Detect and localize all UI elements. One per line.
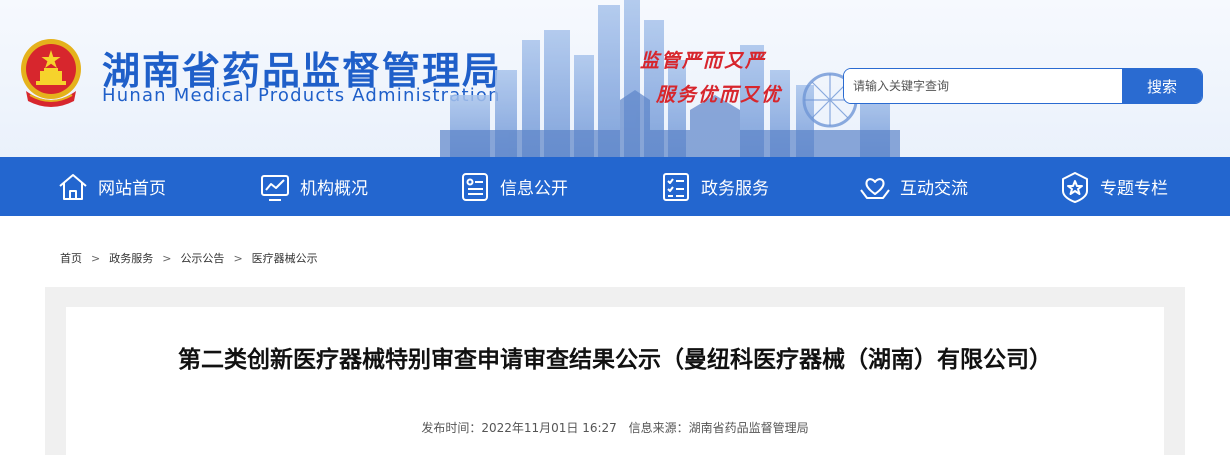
- article-title: 第二类创新医疗器械特别审查申请审查结果公示（曼纽科医疗器械（湖南）有限公司）: [178, 347, 1052, 373]
- nav-item-label: 信息公开: [500, 179, 568, 199]
- article-meta: 发布时间：2022年11月01日 16:27 信息来源：湖南省药品监督管理局: [0, 419, 1230, 436]
- checklist-icon: [663, 172, 689, 201]
- nav-item-label: 网站首页: [98, 179, 166, 199]
- city-skyline-illustration: [440, 0, 900, 157]
- document-icon: [462, 172, 488, 201]
- breadcrumb-separator: >: [162, 252, 172, 265]
- national-emblem-icon: [21, 39, 81, 107]
- breadcrumb-services[interactable]: 政务服务: [109, 252, 153, 265]
- nav-item-label: 政务服务: [701, 179, 769, 199]
- nav-item-home[interactable]: 网站首页: [56, 157, 166, 216]
- nav-item-services[interactable]: 政务服务: [659, 157, 769, 216]
- breadcrumb: 首页 > 政务服务 > 公示公告 > 医疗器械公示: [60, 250, 318, 266]
- main-nav: 网站首页 机构概况 信息公开 政务服务 互动交流 专题专栏: [0, 157, 1230, 216]
- nav-item-label: 机构概况: [300, 179, 368, 199]
- nav-item-label: 互动交流: [900, 179, 968, 199]
- search-button[interactable]: 搜索: [1122, 69, 1202, 103]
- site-header: 湖南省药品监督管理局 Hunan Medical Products Admini…: [0, 0, 1230, 157]
- nav-item-info-disclosure[interactable]: 信息公开: [458, 157, 568, 216]
- breadcrumb-separator: >: [91, 252, 101, 265]
- breadcrumb-device-notices[interactable]: 医疗器械公示: [252, 252, 318, 265]
- slogan-line-1: 监管严而又严: [640, 50, 767, 72]
- nav-item-special-topics[interactable]: 专题专栏: [1058, 157, 1168, 216]
- nav-item-label: 专题专栏: [1100, 179, 1168, 199]
- slogan-line-2: 服务优而又优: [656, 84, 783, 106]
- search-box: 搜索: [843, 68, 1203, 104]
- publish-time: 发布时间：2022年11月01日 16:27: [421, 421, 617, 435]
- chart-icon: [261, 174, 289, 201]
- breadcrumb-separator: >: [233, 252, 243, 265]
- breadcrumb-announcements[interactable]: 公示公告: [180, 252, 224, 265]
- home-icon: [59, 173, 87, 200]
- nav-item-about[interactable]: 机构概况: [258, 157, 368, 216]
- star-badge-icon: [1062, 171, 1088, 203]
- nav-item-interaction[interactable]: 互动交流: [858, 157, 968, 216]
- info-source: 信息来源：湖南省药品监督管理局: [628, 421, 809, 435]
- heart-hands-icon: [860, 177, 890, 199]
- search-input[interactable]: [844, 69, 1124, 103]
- breadcrumb-home[interactable]: 首页: [60, 252, 82, 265]
